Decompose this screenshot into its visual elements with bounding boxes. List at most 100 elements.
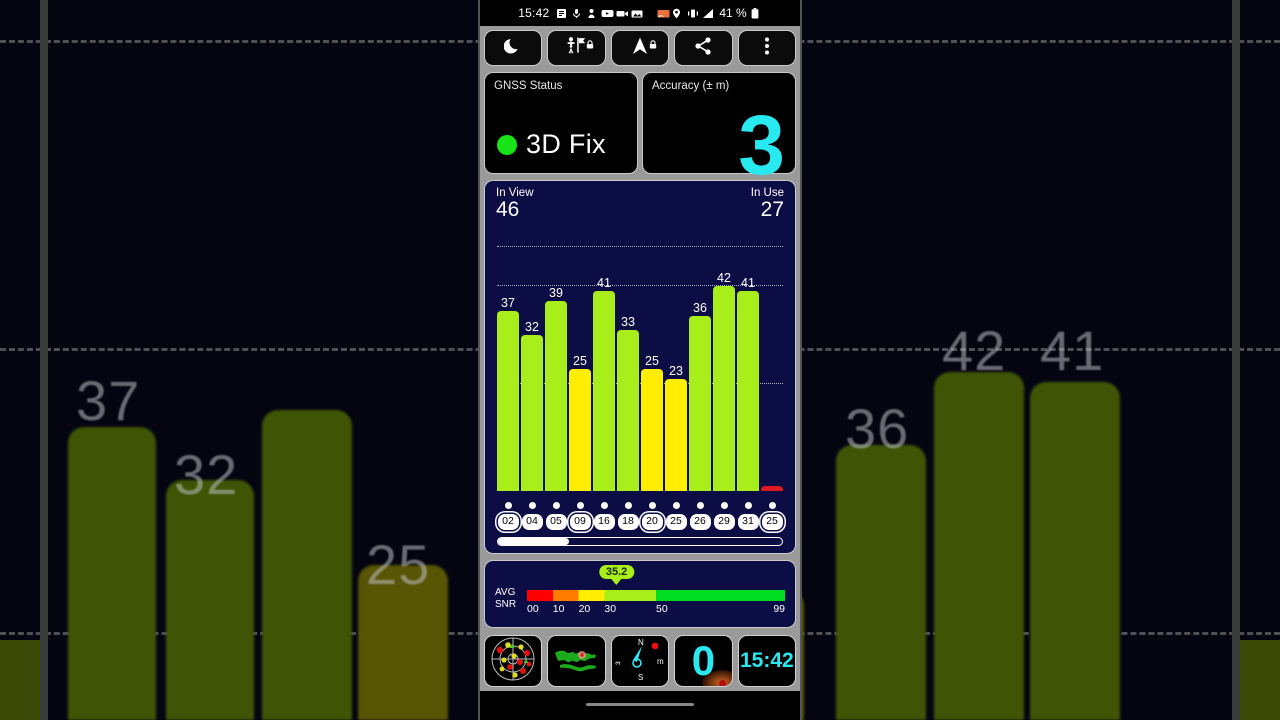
satellite-id-cell[interactable]: 29 bbox=[713, 514, 735, 530]
satellite-dot bbox=[576, 501, 584, 509]
navigation-button[interactable] bbox=[610, 30, 670, 66]
satellite-id-chip[interactable]: 26 bbox=[689, 514, 711, 530]
chart-bar[interactable] bbox=[497, 310, 519, 491]
chart-bar-cell[interactable] bbox=[761, 223, 783, 491]
svg-text:ᴈ: ᴈ bbox=[613, 661, 622, 665]
cast-icon bbox=[657, 8, 670, 19]
chart-bar-value: 23 bbox=[669, 363, 683, 378]
share-icon bbox=[693, 36, 713, 61]
radar-skyplot-icon bbox=[490, 636, 536, 686]
chart-bar[interactable] bbox=[761, 486, 783, 491]
satellite-id-chip[interactable]: 04 bbox=[521, 514, 543, 530]
satellite-id-cell[interactable]: 25 bbox=[761, 514, 783, 530]
satellite-id-chip[interactable]: 16 bbox=[593, 514, 615, 530]
chart-bar[interactable] bbox=[521, 335, 543, 491]
accuracy-card[interactable]: Accuracy (± m) 3 bbox=[642, 72, 796, 187]
chart-bar[interactable] bbox=[665, 378, 687, 491]
satellite-id-chip[interactable]: 25 bbox=[761, 514, 783, 530]
chart-bar-cell[interactable]: 39 bbox=[545, 223, 567, 491]
chart-bar-cell[interactable]: 41 bbox=[593, 223, 615, 491]
chart-bar[interactable] bbox=[593, 291, 615, 491]
satellite-chart-panel[interactable]: In View 46 In Use 27 37 32 39 25 41 33 25 23 36 4… bbox=[484, 180, 796, 554]
snr-tick: 50 bbox=[656, 603, 668, 615]
satellite-id-chip[interactable]: 20 bbox=[641, 514, 663, 530]
map-button[interactable] bbox=[547, 635, 606, 687]
chart-bar[interactable] bbox=[737, 291, 759, 491]
background-bar-label: 42 bbox=[942, 319, 1007, 382]
compass-icon: N S ᴈ m bbox=[612, 636, 668, 686]
satellite-id-chip[interactable]: 31 bbox=[737, 514, 759, 530]
chart-bar-cell[interactable]: 36 bbox=[689, 223, 711, 491]
chart-bar[interactable] bbox=[545, 300, 567, 491]
background-bar-label: 37 bbox=[76, 369, 141, 432]
satellite-dot-cell bbox=[641, 499, 663, 511]
screen-root: 37 32 25 36 42 41 15:42 41 % GNSS Status… bbox=[0, 0, 1280, 720]
satellite-id-cell[interactable]: 18 bbox=[617, 514, 639, 530]
satellite-id-chip[interactable]: 18 bbox=[617, 514, 639, 530]
gnss-status-card[interactable]: GNSS Status 3D Fix bbox=[484, 72, 638, 174]
satellite-dot bbox=[720, 501, 728, 509]
chart-scrollbar[interactable] bbox=[497, 537, 783, 546]
snr-labels: AVG SNR bbox=[495, 587, 516, 610]
chart-bar-cell[interactable]: 25 bbox=[569, 223, 591, 491]
satellite-id-chip[interactable]: 25 bbox=[665, 514, 687, 530]
satellite-id-chip[interactable]: 05 bbox=[545, 514, 567, 530]
satellite-id-chip[interactable]: 02 bbox=[497, 514, 519, 530]
snr-label: SNR bbox=[495, 598, 517, 610]
android-gesture-bar[interactable] bbox=[480, 691, 800, 717]
overflow-menu-button[interactable] bbox=[737, 30, 797, 66]
top-toolbar bbox=[480, 26, 800, 69]
chart-bar-value: 41 bbox=[741, 276, 755, 291]
satellite-id-chip[interactable]: 29 bbox=[713, 514, 735, 530]
in-view-value: 46 bbox=[496, 198, 520, 221]
chart-bar-cell[interactable]: 23 bbox=[665, 223, 687, 491]
avg-snr-panel[interactable]: AVG SNR 35.2 00 10 20 30 50 99 bbox=[484, 560, 796, 628]
night-mode-button[interactable] bbox=[484, 30, 543, 66]
gesture-handle[interactable] bbox=[586, 702, 694, 706]
satellite-dot bbox=[624, 501, 632, 509]
vibrate-icon bbox=[687, 8, 699, 19]
svg-text:S: S bbox=[638, 673, 643, 682]
clock-button[interactable]: 15:42 bbox=[737, 635, 797, 687]
satellite-id-cell[interactable]: 20 bbox=[641, 514, 663, 530]
sky-plot-button[interactable] bbox=[484, 635, 543, 687]
chart-bar-cell[interactable]: 32 bbox=[521, 223, 543, 491]
chart-bar[interactable] bbox=[641, 369, 663, 491]
share-button[interactable] bbox=[674, 30, 733, 66]
compass-button[interactable]: N S ᴈ m bbox=[610, 635, 670, 687]
chart-bar-cell[interactable]: 41 bbox=[737, 223, 759, 491]
satellite-id-cell[interactable]: 02 bbox=[497, 514, 519, 530]
world-map-icon bbox=[552, 644, 602, 679]
status-bar-clock: 15:42 bbox=[518, 6, 550, 20]
in-use-counter: In Use 27 bbox=[751, 187, 784, 222]
chart-bar-cell[interactable]: 33 bbox=[617, 223, 639, 491]
satellite-id-cell[interactable]: 09 bbox=[569, 514, 591, 530]
person-icon bbox=[586, 8, 597, 19]
avg-snr-bubble: 35.2 bbox=[598, 565, 635, 585]
notes-icon bbox=[556, 8, 567, 19]
speed-button[interactable]: 0 bbox=[674, 635, 733, 687]
satellite-id-cell[interactable]: 31 bbox=[737, 514, 759, 530]
svg-text:N: N bbox=[638, 638, 644, 647]
chart-bar-value: 33 bbox=[621, 315, 635, 330]
chart-bar-cell[interactable]: 37 bbox=[497, 223, 519, 491]
satellite-id-cell[interactable]: 25 bbox=[665, 514, 687, 530]
video-camera-icon bbox=[616, 8, 629, 19]
satellite-id-chip[interactable]: 09 bbox=[569, 514, 591, 530]
satellite-id-cell[interactable]: 26 bbox=[689, 514, 711, 530]
chart-bar-cell[interactable]: 25 bbox=[641, 223, 663, 491]
chart-scrollbar-thumb[interactable] bbox=[498, 538, 569, 545]
satellite-dot-cell bbox=[497, 499, 519, 511]
chart-bar[interactable] bbox=[689, 315, 711, 491]
speed-value: 0 bbox=[691, 637, 716, 684]
chart-bar[interactable] bbox=[569, 369, 591, 491]
satellite-id-cell[interactable]: 16 bbox=[593, 514, 615, 530]
chart-bar-value: 39 bbox=[549, 285, 563, 300]
satellite-id-cell[interactable]: 04 bbox=[521, 514, 543, 530]
surveyor-button[interactable] bbox=[547, 30, 606, 66]
chart-bar[interactable] bbox=[713, 286, 735, 491]
satellite-id-cell[interactable]: 05 bbox=[545, 514, 567, 530]
chart-bar-cell[interactable]: 42 bbox=[713, 223, 735, 491]
gnss-fix-value: 3D Fix bbox=[526, 129, 606, 159]
chart-bar[interactable] bbox=[617, 330, 639, 491]
